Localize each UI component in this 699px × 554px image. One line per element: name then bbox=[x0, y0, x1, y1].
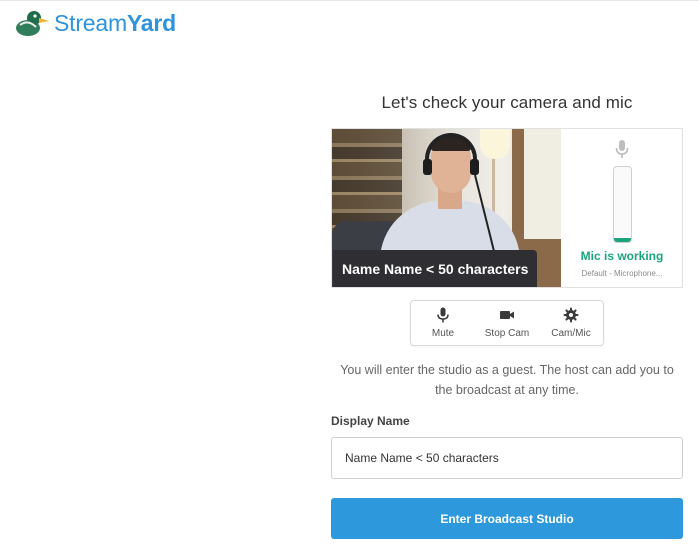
display-name-input[interactable] bbox=[331, 437, 683, 479]
mute-label: Mute bbox=[431, 328, 455, 339]
mic-level-fill bbox=[614, 238, 631, 242]
camera-video-feed: Name Name < 50 characters bbox=[332, 129, 561, 287]
microphone-icon bbox=[437, 307, 449, 323]
headphone-right-cup bbox=[470, 159, 479, 175]
mute-button[interactable]: Mute bbox=[411, 301, 475, 345]
mic-check-panel: Mic is working Default - Microphone... bbox=[562, 129, 682, 287]
logo-text: StreamYard bbox=[54, 9, 177, 36]
top-divider bbox=[0, 0, 699, 1]
duck-logo-icon bbox=[16, 11, 49, 36]
camera-icon bbox=[500, 311, 514, 319]
mic-level-meter bbox=[613, 166, 632, 243]
enter-studio-button[interactable]: Enter Broadcast Studio bbox=[331, 498, 683, 539]
guest-notice: You will enter the studio as a guest. Th… bbox=[340, 363, 674, 397]
display-name-label: Display Name bbox=[331, 414, 410, 428]
background-window bbox=[524, 129, 561, 239]
video-name-tag: Name Name < 50 characters bbox=[333, 250, 538, 287]
page-title: Let's check your camera and mic bbox=[381, 93, 633, 112]
cam-mic-settings-button[interactable]: Cam/Mic bbox=[539, 301, 603, 345]
microphone-icon bbox=[615, 140, 629, 158]
headphone-left-cup bbox=[423, 159, 432, 175]
cam-mic-label: Cam/Mic bbox=[551, 328, 591, 339]
media-controls: Mute Stop Cam Cam/Mic bbox=[410, 300, 604, 346]
mic-status: Mic is working bbox=[580, 249, 664, 263]
mic-device-name: Default - Microphone... bbox=[581, 269, 663, 278]
gear-icon bbox=[563, 307, 579, 323]
stop-cam-label: Stop Cam bbox=[484, 328, 530, 339]
streamyard-logo[interactable]: StreamYard bbox=[14, 9, 176, 37]
camera-mic-preview: Name Name < 50 characters Mic is working… bbox=[331, 128, 683, 288]
background-lamp bbox=[480, 129, 510, 159]
stop-cam-button[interactable]: Stop Cam bbox=[475, 301, 539, 345]
